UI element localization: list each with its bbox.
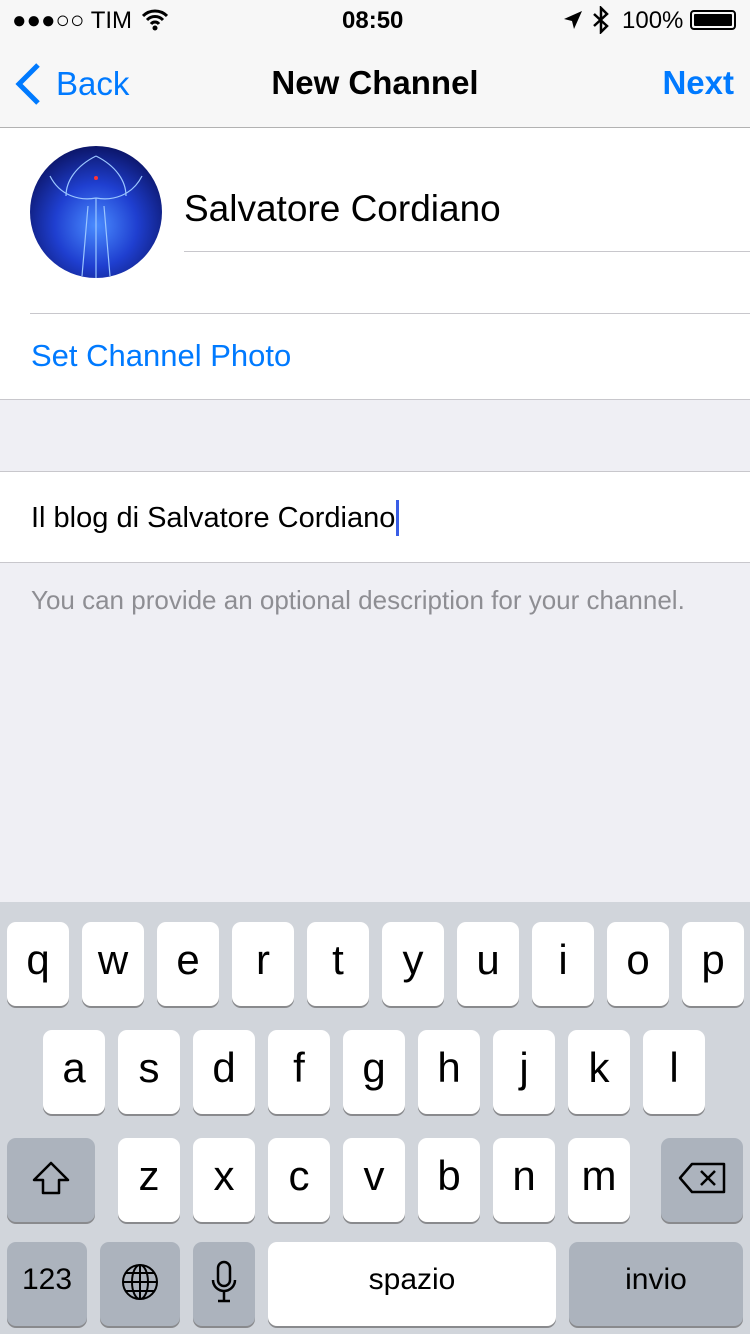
- key-k[interactable]: k: [568, 1030, 630, 1114]
- key-l[interactable]: l: [643, 1030, 705, 1114]
- microphone-key[interactable]: [193, 1242, 255, 1326]
- key-j[interactable]: j: [493, 1030, 555, 1114]
- keyboard: 123 spazio invio qwertyuiop asdfghjkl zxcv…: [0, 902, 750, 1334]
- battery-icon: [690, 10, 736, 30]
- text-cursor: [396, 500, 400, 536]
- key-h[interactable]: h: [418, 1030, 480, 1114]
- key-i[interactable]: i: [532, 922, 594, 1006]
- globe-key[interactable]: [100, 1242, 180, 1326]
- numbers-key[interactable]: 123: [7, 1242, 87, 1326]
- return-key[interactable]: invio: [569, 1242, 743, 1326]
- key-e[interactable]: e: [157, 922, 219, 1006]
- microphone-icon: [211, 1260, 237, 1303]
- key-u[interactable]: u: [457, 922, 519, 1006]
- key-g[interactable]: g: [343, 1030, 405, 1114]
- key-o[interactable]: o: [607, 922, 669, 1006]
- key-q[interactable]: q: [7, 922, 69, 1006]
- backspace-key[interactable]: [661, 1138, 743, 1222]
- key-z[interactable]: z: [118, 1138, 180, 1222]
- key-y[interactable]: y: [382, 922, 444, 1006]
- set-channel-photo-button[interactable]: Set Channel Photo: [31, 338, 291, 374]
- shift-key[interactable]: [7, 1138, 95, 1222]
- key-f[interactable]: f: [268, 1030, 330, 1114]
- avatar-image: [49, 155, 143, 278]
- navigation-bar: Back New Channel Next: [0, 40, 750, 128]
- key-x[interactable]: x: [193, 1138, 255, 1222]
- divider: [184, 251, 750, 252]
- description-section[interactable]: Il blog di Salvatore Cordiano: [0, 471, 750, 563]
- backspace-icon: [678, 1162, 726, 1194]
- key-t[interactable]: t: [307, 922, 369, 1006]
- key-p[interactable]: p: [682, 922, 744, 1006]
- location-icon: [564, 11, 582, 29]
- channel-info-section: Salvatore Cordiano Set Channel Photo: [0, 128, 750, 400]
- key-d[interactable]: d: [193, 1030, 255, 1114]
- key-v[interactable]: v: [343, 1138, 405, 1222]
- key-b[interactable]: b: [418, 1138, 480, 1222]
- next-button[interactable]: Next: [662, 64, 734, 102]
- shift-icon: [32, 1161, 70, 1195]
- key-s[interactable]: s: [118, 1030, 180, 1114]
- key-a[interactable]: a: [43, 1030, 105, 1114]
- key-m[interactable]: m: [568, 1138, 630, 1222]
- channel-name-input[interactable]: Salvatore Cordiano: [184, 188, 501, 230]
- status-bar: ●●●○○ TIM 08:50 100%: [0, 0, 750, 40]
- description-input[interactable]: Il blog di Salvatore Cordiano: [31, 500, 400, 536]
- key-n[interactable]: n: [493, 1138, 555, 1222]
- channel-avatar[interactable]: [30, 146, 162, 278]
- key-c[interactable]: c: [268, 1138, 330, 1222]
- key-w[interactable]: w: [82, 922, 144, 1006]
- space-key[interactable]: spazio: [268, 1242, 556, 1326]
- globe-icon: [122, 1264, 158, 1300]
- carrier: ●●●○○ TIM: [12, 7, 133, 34]
- bluetooth-icon: [593, 6, 609, 34]
- description-hint: You can provide an optional description …: [31, 585, 685, 615]
- page-title: New Channel: [271, 64, 479, 101]
- key-r[interactable]: r: [232, 922, 294, 1006]
- wifi-icon: [142, 9, 168, 31]
- clock: 08:50: [342, 7, 404, 34]
- battery-percent: 100%: [622, 7, 684, 34]
- divider: [30, 313, 750, 314]
